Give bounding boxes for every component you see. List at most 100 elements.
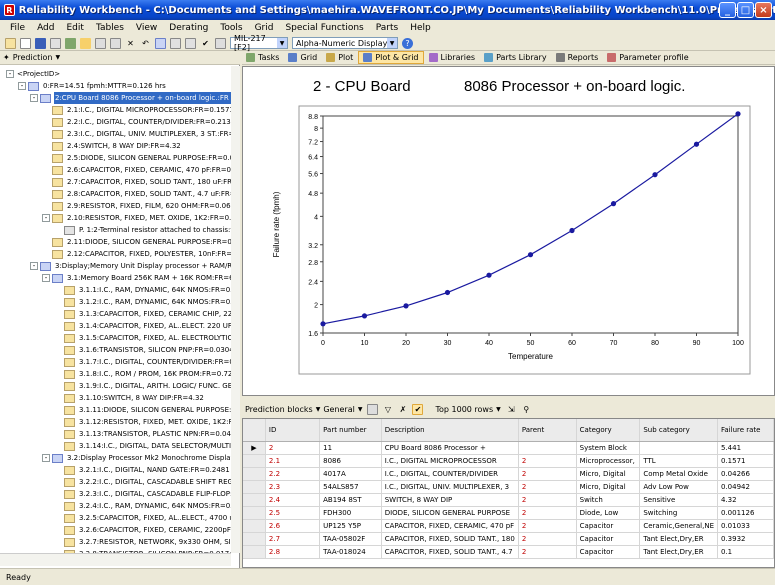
collapse-toggle-icon[interactable]: -	[30, 94, 38, 102]
menu-parts[interactable]: Parts	[370, 23, 404, 33]
table-row[interactable]: 2.4 AB194 8ST SWITCH, 8 WAY DIP 2 Switch Sens…	[243, 493, 774, 507]
tree-node[interactable]: - 2:CPU Board 8086 Processor + on-board l…	[30, 92, 231, 104]
cell-category[interactable]: Micro, Digital	[576, 480, 641, 494]
tab-libraries[interactable]: Libraries	[425, 51, 480, 64]
menu-special-functions[interactable]: Special Functions	[279, 23, 369, 33]
cell-sub-category[interactable]: Adv Low Pow	[639, 480, 718, 494]
collapse-toggle-icon[interactable]: -	[42, 454, 50, 462]
cell-part-number[interactable]: AB194 8ST	[319, 493, 382, 507]
clear-filter-icon[interactable]: ✗	[397, 404, 408, 415]
close-button[interactable]: ×	[755, 2, 772, 18]
cell-id[interactable]: 2.3	[265, 480, 321, 494]
check-icon[interactable]: ✔	[200, 38, 211, 49]
delete-icon[interactable]: ✕	[125, 38, 136, 49]
cell-description[interactable]: I.C., DIGITAL, COUNTER/DIVIDER	[381, 467, 519, 481]
cell-part-number[interactable]: 4017A	[319, 467, 382, 481]
menu-tools[interactable]: Tools	[214, 23, 248, 33]
tree-node[interactable]: 3.1.8:I.C., ROM / PROM, 16K PROM:FR=0.72…	[54, 368, 231, 380]
tab-grid[interactable]: Grid	[284, 51, 321, 64]
print-icon[interactable]	[50, 37, 61, 49]
find-icon[interactable]: ⚲	[521, 404, 532, 415]
cell-part-number[interactable]: UP125 Y5P	[319, 519, 382, 533]
tree-node[interactable]: 3.2.5:CAPACITOR, FIXED, AL..ELECT., 4700…	[54, 512, 231, 524]
cell-parent[interactable]: 2	[518, 532, 577, 546]
tree-node[interactable]: 3.1.9:I.C., DIGITAL, ARITH. LOGIC/ FUNC.…	[54, 380, 231, 392]
new-icon[interactable]	[20, 37, 31, 49]
cell-sub-category[interactable]: Comp Metal Oxide	[639, 467, 718, 481]
display-select[interactable]: Alpha-Numeric Display ▼	[292, 37, 398, 49]
cell-parent[interactable]: 2	[518, 480, 577, 494]
cell-id[interactable]: 2.1	[265, 454, 321, 468]
properties-icon[interactable]	[155, 37, 166, 49]
cell-parent[interactable]: 2	[518, 467, 577, 481]
cell-failure-rate[interactable]: 5.441	[717, 441, 774, 455]
cell-part-number[interactable]: 8086	[319, 454, 382, 468]
column-header-id[interactable]: ID	[265, 419, 321, 442]
cell-sub-category[interactable]: Sensitive	[639, 493, 718, 507]
cell-id[interactable]: 2.2	[265, 467, 321, 481]
row-selector[interactable]	[243, 480, 266, 494]
column-header-failure-rate[interactable]: Failure rate	[717, 419, 774, 442]
cell-id[interactable]: 2	[265, 441, 321, 455]
table-row[interactable]: 2.8 TAA-018024 CAPACITOR, FIXED, SOLID TAN…	[243, 545, 774, 559]
tree-node[interactable]: 2.9:RESISTOR, FIXED, FILM, 620 OHM:FR=0.…	[42, 200, 231, 212]
save-icon[interactable]	[35, 37, 46, 49]
tree-node[interactable]: 3.2.7:RESISTOR, NETWORK, 9x330 OHM, SIL:…	[54, 536, 231, 548]
cell-part-number[interactable]: 54ALS857	[319, 480, 382, 494]
cell-failure-rate[interactable]: 0.04942	[717, 480, 774, 494]
cell-part-number[interactable]: TAA-05802F	[319, 532, 382, 546]
row-selector[interactable]	[243, 493, 266, 507]
tree-node[interactable]: 3.2.2:I.C., DIGITAL, CASCADABLE SHIFT RE…	[54, 476, 231, 488]
export-grid-icon[interactable]: ⇲	[506, 404, 517, 415]
tree-node[interactable]: - 3.1:Memory Board 256K RAM + 16K ROM:FR=…	[42, 272, 231, 284]
tree-node[interactable]: 3.1.14:I.C., DIGITAL, DATA SELECTOR/MULT…	[54, 440, 231, 452]
table-row[interactable]: 2.1 8086 I.C., DIGITAL MICROPROCESSOR 2 Micr…	[243, 454, 774, 468]
filter-icon[interactable]: ▽	[382, 404, 393, 415]
tree-node[interactable]: 3.1.5:CAPACITOR, FIXED, AL. ELECTROLYTIC…	[54, 332, 231, 344]
cell-description[interactable]: SWITCH, 8 WAY DIP	[381, 493, 519, 507]
tree-node[interactable]: 3.2.4:I.C., RAM, DYNAMIC, 64K NMOS:FR=0.…	[54, 500, 231, 512]
tab-reports[interactable]: Reports	[552, 51, 603, 64]
table-row[interactable]: 2.3 54ALS857 I.C., DIGITAL, UNIV. MULTIPLE…	[243, 480, 774, 494]
paste-icon[interactable]	[110, 37, 121, 49]
menu-edit[interactable]: Edit	[61, 23, 90, 33]
table-row[interactable]: ▶ 2 11 CPU Board 8086 Processor + System Blo…	[243, 441, 774, 455]
row-selector[interactable]	[243, 532, 266, 546]
tree-node[interactable]: 2.12:CAPACITOR, FIXED, POLYESTER, 10nF:F…	[42, 248, 231, 260]
cell-description[interactable]: CAPACITOR, FIXED, CERAMIC, 470 pF	[381, 519, 519, 533]
cell-category[interactable]: Microprocessor,	[576, 454, 641, 468]
report-icon[interactable]	[170, 37, 181, 49]
tab-parts-library[interactable]: Parts Library	[480, 51, 550, 64]
row-selector[interactable]	[243, 454, 266, 468]
cell-description[interactable]: CAPACITOR, FIXED, SOLID TANT., 180	[381, 532, 519, 546]
cell-part-number[interactable]: FDH300	[319, 506, 382, 520]
open-icon[interactable]	[5, 37, 16, 49]
tree-node[interactable]: 3.1.12:RESISTOR, FIXED, MET. OXIDE, 1K2:…	[54, 416, 231, 428]
row-selector[interactable]: ▶	[243, 441, 266, 455]
grid-icon[interactable]	[215, 37, 226, 49]
column-header-part-number[interactable]: Part number	[319, 419, 382, 442]
prediction-tree[interactable]: - <ProjectID> -0:FR=14.51 fpmh:MTTR=0.126 …	[0, 66, 231, 553]
cell-failure-rate[interactable]: 0.1571	[717, 454, 774, 468]
cell-sub-category[interactable]: Switching	[639, 506, 718, 520]
table-row[interactable]: 2.2 4017A I.C., DIGITAL, COUNTER/DIVIDER 2 M…	[243, 467, 774, 481]
tree-node[interactable]: - <ProjectID>	[6, 68, 60, 80]
tree-node[interactable]: P. 1:2-Terminal resistor attached to cha…	[54, 224, 231, 236]
standard-select[interactable]: MIL-217 [F2] ▼	[230, 34, 288, 52]
tree-node[interactable]: 3.1.6:TRANSISTOR, SILICON PNP:FR=0.03049	[54, 344, 231, 356]
menu-add[interactable]: Add	[31, 23, 60, 33]
tree-node[interactable]: 3.2.6:CAPACITOR, FIXED, CERAMIC, 2200pF:…	[54, 524, 231, 536]
undo-icon[interactable]: ↶	[140, 38, 151, 49]
cell-category[interactable]: Capacitor	[576, 545, 641, 559]
cell-description[interactable]: CPU Board 8086 Processor +	[381, 441, 519, 455]
add-icon[interactable]	[65, 37, 76, 49]
cell-failure-rate[interactable]: 0.3932	[717, 532, 774, 546]
folder-icon[interactable]	[80, 37, 91, 49]
cell-description[interactable]: I.C., DIGITAL MICROPROCESSOR	[381, 454, 519, 468]
row-selector[interactable]	[243, 519, 266, 533]
cell-sub-category[interactable]	[639, 441, 718, 455]
prediction-grid[interactable]: ID Part number Description Parent Catego…	[242, 418, 775, 568]
cell-category[interactable]: Diode, Low	[576, 506, 641, 520]
row-selector[interactable]	[243, 545, 266, 559]
top-rows-dropdown[interactable]: Top 1000 rows	[435, 405, 493, 414]
